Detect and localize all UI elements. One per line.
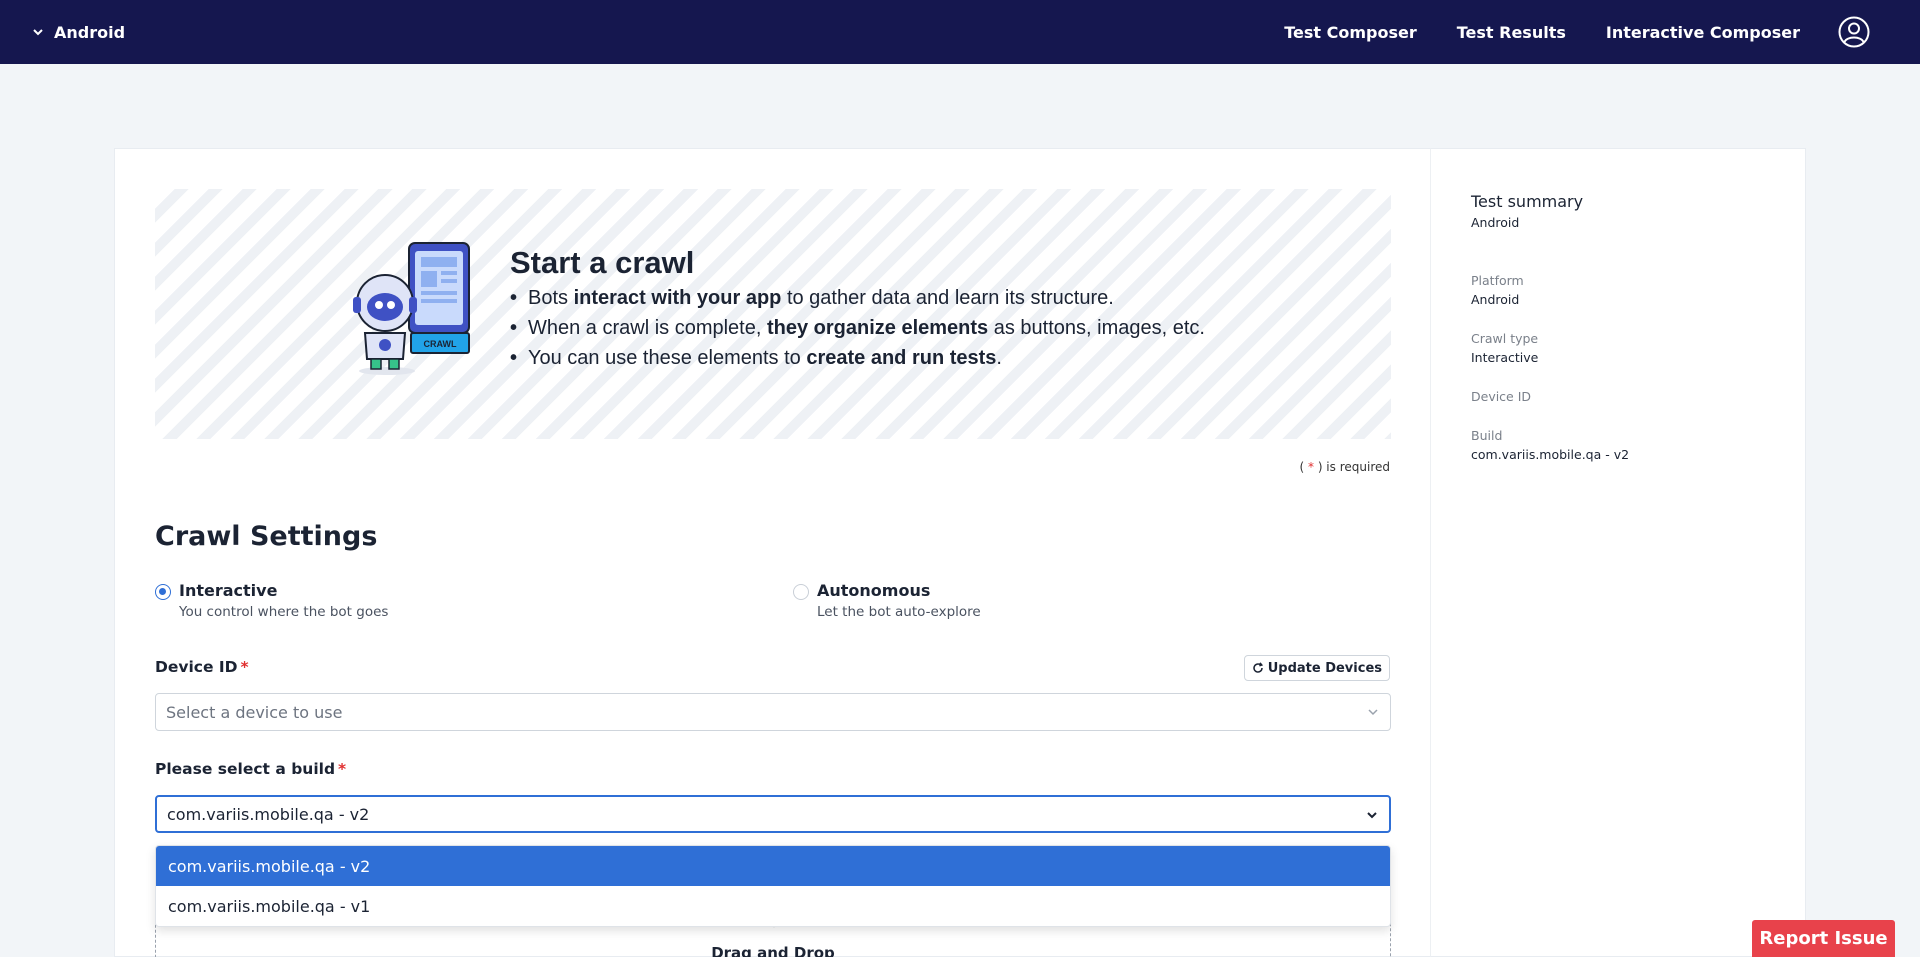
- build-dropdown-menu: com.variis.mobile.qa - v2 com.variis.mob…: [155, 845, 1391, 927]
- summary-crawl-type-label: Crawl type: [1471, 331, 1539, 346]
- chevron-down-icon: [1367, 812, 1377, 819]
- robot-illustration: CRAWL: [353, 242, 470, 375]
- start-crawl-banner: CRAWL Start a crawl Bots interact with y…: [155, 189, 1391, 439]
- summary-platform-label: Platform: [1471, 273, 1524, 288]
- hero-bullet: Bots interact with your app to gather da…: [510, 283, 1205, 313]
- radio-label: Autonomous: [817, 581, 931, 600]
- chevron-down-icon: [33, 29, 43, 36]
- build-label: Please select a build *: [155, 760, 347, 778]
- required-note: ( * ) is required: [1299, 460, 1391, 474]
- nav-test-results[interactable]: Test Results: [1457, 23, 1566, 42]
- hero-text: Start a crawl Bots interact with your ap…: [510, 245, 1205, 373]
- crawl-form-card: CRAWL Start a crawl Bots interact with y…: [114, 148, 1430, 957]
- nav-links: Test Composer Test Results Interactive C…: [1284, 0, 1800, 64]
- update-devices-label: Update Devices: [1267, 660, 1382, 676]
- summary-build-value: com.variis.mobile.qa - v2: [1471, 447, 1630, 462]
- hero-bullets: Bots interact with your app to gather da…: [510, 283, 1205, 373]
- crawl-type-autonomous-radio[interactable]: Autonomous Let the bot auto-explore: [793, 581, 981, 620]
- report-issue-button[interactable]: Report Issue: [1752, 920, 1895, 957]
- hero-bullet: You can use these elements to create and…: [510, 343, 1205, 373]
- summary-crawl-type-value: Interactive: [1471, 350, 1539, 365]
- device-select-placeholder: Select a device to use: [166, 702, 343, 722]
- build-option[interactable]: com.variis.mobile.qa - v2: [156, 846, 1390, 886]
- top-nav-bar: Android Test Composer Test Results Inter…: [0, 0, 1920, 64]
- chevron-down-icon: [1368, 709, 1378, 716]
- dropzone-text: Drag and Drop: [711, 944, 835, 957]
- user-avatar-icon[interactable]: [1838, 16, 1870, 48]
- summary-title: Test summary: [1471, 192, 1584, 211]
- radio-label: Interactive: [179, 581, 278, 600]
- summary-device-id-label: Device ID: [1471, 389, 1532, 404]
- radio-description: Let the bot auto-explore: [817, 604, 981, 620]
- nav-test-composer[interactable]: Test Composer: [1284, 23, 1417, 42]
- radio-unchecked-icon[interactable]: [793, 584, 809, 600]
- nav-interactive-composer[interactable]: Interactive Composer: [1606, 23, 1800, 42]
- build-select-value: com.variis.mobile.qa - v2: [167, 804, 370, 824]
- hero-title: Start a crawl: [510, 245, 695, 280]
- update-devices-button[interactable]: Update Devices: [1243, 655, 1390, 681]
- crawl-badge-text: CRAWL: [424, 339, 457, 349]
- platform-switcher[interactable]: Android: [32, 0, 125, 64]
- summary-subtitle: Android: [1471, 215, 1520, 230]
- device-id-select[interactable]: Select a device to use: [155, 693, 1391, 731]
- crawl-settings-title: Crawl Settings: [155, 521, 378, 552]
- summary-platform-value: Android: [1471, 292, 1520, 307]
- radio-description: You control where the bot goes: [179, 604, 389, 620]
- platform-label: Android: [54, 22, 126, 42]
- refresh-icon: [1253, 662, 1263, 673]
- crawl-type-interactive-radio[interactable]: Interactive You control where the bot go…: [155, 581, 388, 620]
- summary-build-label: Build: [1471, 428, 1503, 443]
- hero-bullet: When a crawl is complete, they organize …: [510, 313, 1205, 343]
- radio-checked-icon[interactable]: [155, 584, 171, 600]
- test-summary-panel: Test summary Android Platform Android Cr…: [1430, 148, 1806, 957]
- build-option[interactable]: com.variis.mobile.qa - v1: [156, 886, 1390, 926]
- build-select[interactable]: com.variis.mobile.qa - v2: [155, 795, 1391, 833]
- device-id-label: Device ID *: [155, 658, 249, 676]
